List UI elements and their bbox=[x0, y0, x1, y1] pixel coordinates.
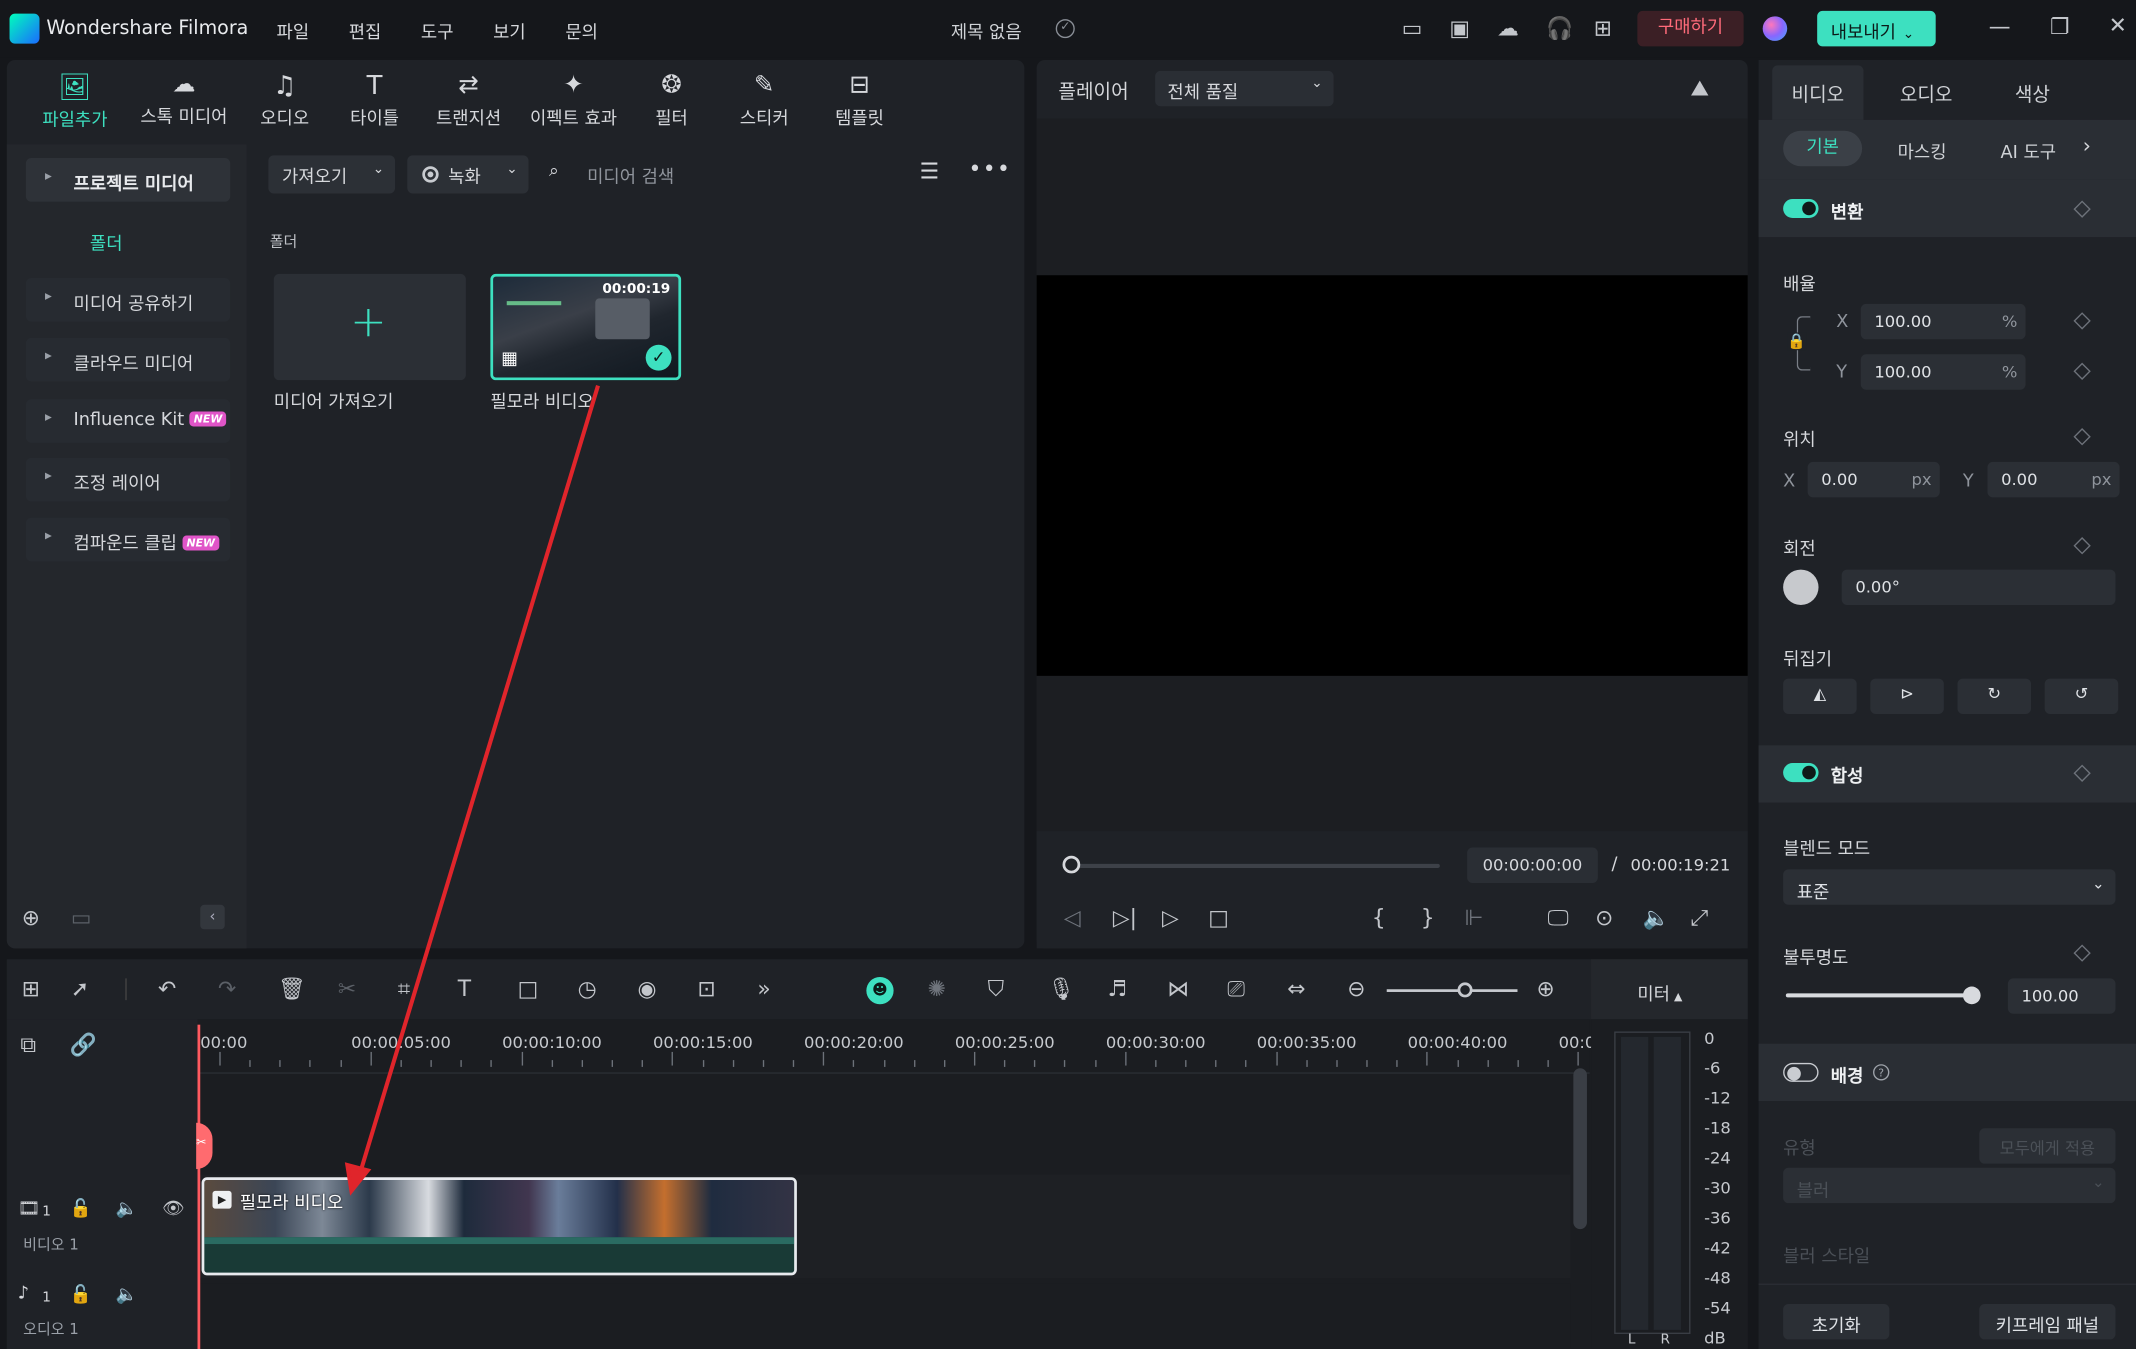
app-window: Wondershare Filmora 파일 편집 도구 보기 문의 제목 없음… bbox=[0, 0, 2136, 1349]
annotation-arrow bbox=[344, 385, 600, 1196]
annotation-arrow-head bbox=[344, 1162, 372, 1196]
annotation-arrow-line bbox=[357, 385, 600, 1176]
